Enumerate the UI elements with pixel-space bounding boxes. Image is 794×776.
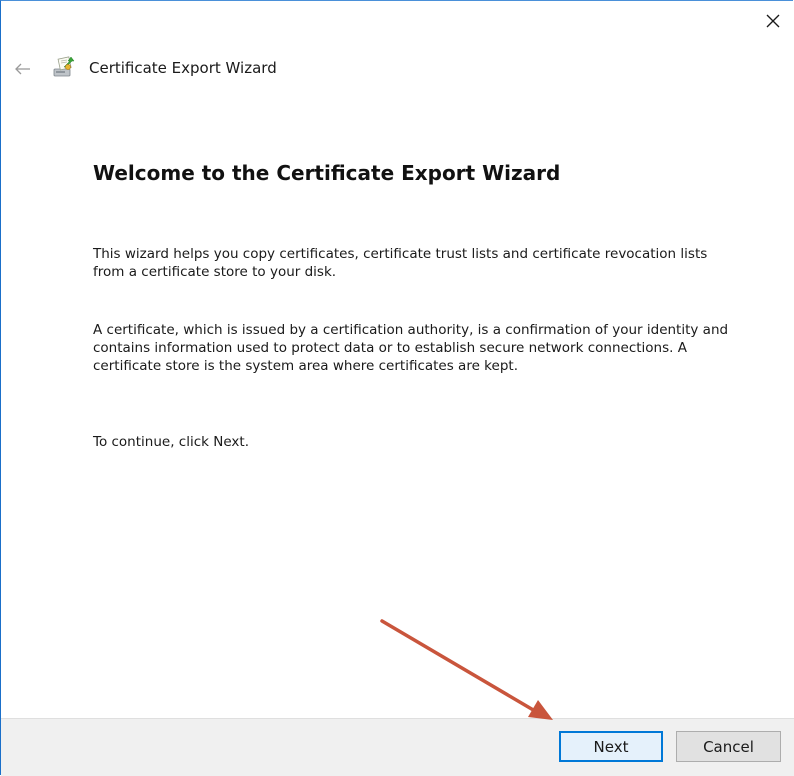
- close-button[interactable]: [753, 4, 793, 38]
- page-heading: Welcome to the Certificate Export Wizard: [93, 161, 561, 185]
- certificate-description-paragraph: A certificate, which is issued by a cert…: [93, 322, 729, 374]
- back-arrow-icon: [15, 63, 30, 75]
- window-title: Certificate Export Wizard: [89, 59, 277, 77]
- next-button[interactable]: Next: [559, 731, 663, 762]
- continue-instruction: To continue, click Next.: [93, 434, 249, 450]
- back-button[interactable]: [9, 57, 37, 81]
- certificate-wizard-icon: [53, 56, 75, 77]
- wizard-window: Certificate Export Wizard Welcome to the…: [0, 0, 794, 776]
- intro-paragraph: This wizard helps you copy certificates,…: [93, 246, 708, 280]
- close-icon: [766, 14, 780, 28]
- cancel-button[interactable]: Cancel: [676, 731, 781, 762]
